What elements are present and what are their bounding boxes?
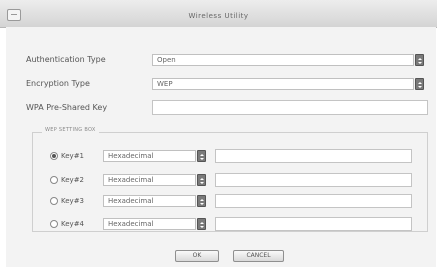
key1-label: Key#1 bbox=[61, 152, 85, 160]
encryption-type-dropdown-icon[interactable] bbox=[415, 78, 424, 90]
cancel-button[interactable]: CANCEL bbox=[233, 250, 284, 262]
wpa-key-input[interactable] bbox=[152, 100, 428, 115]
key2-format-dropdown-icon[interactable] bbox=[197, 174, 206, 186]
wep-setting-legend: WEP SETTING BOX bbox=[42, 127, 99, 133]
ok-button[interactable]: OK bbox=[175, 250, 219, 262]
key3-label: Key#3 bbox=[61, 197, 85, 205]
key1-format-select[interactable]: Hexadecimal bbox=[103, 150, 196, 162]
key1-format-dropdown-icon[interactable] bbox=[197, 150, 206, 162]
key2-format-select[interactable]: Hexadecimal bbox=[103, 174, 196, 186]
key3-radio[interactable] bbox=[50, 197, 58, 205]
encryption-type-select[interactable]: WEP bbox=[152, 78, 414, 90]
title-bar: Wireless Utility bbox=[0, 0, 437, 28]
wpa-key-label: WPA Pre-Shared Key bbox=[26, 103, 108, 112]
encryption-type-label: Encryption Type bbox=[26, 79, 90, 88]
key4-label: Key#4 bbox=[61, 220, 85, 228]
key4-format-dropdown-icon[interactable] bbox=[197, 218, 206, 230]
auth-type-dropdown-icon[interactable] bbox=[415, 54, 424, 66]
key3-format-select[interactable]: Hexadecimal bbox=[103, 195, 196, 207]
key2-value-input[interactable] bbox=[215, 173, 412, 187]
key2-label: Key#2 bbox=[61, 176, 85, 184]
key4-value-input[interactable] bbox=[215, 217, 412, 231]
key4-radio[interactable] bbox=[50, 220, 58, 228]
key1-radio[interactable] bbox=[50, 152, 58, 160]
window-title: Wireless Utility bbox=[188, 12, 249, 20]
key3-format-dropdown-icon[interactable] bbox=[197, 195, 206, 207]
key4-format-select[interactable]: Hexadecimal bbox=[103, 218, 196, 230]
key2-radio[interactable] bbox=[50, 176, 58, 184]
key3-value-input[interactable] bbox=[215, 194, 412, 208]
auth-type-select[interactable]: Open bbox=[152, 54, 414, 66]
auth-type-label: Authentication Type bbox=[26, 55, 106, 64]
key1-value-input[interactable] bbox=[215, 149, 412, 163]
